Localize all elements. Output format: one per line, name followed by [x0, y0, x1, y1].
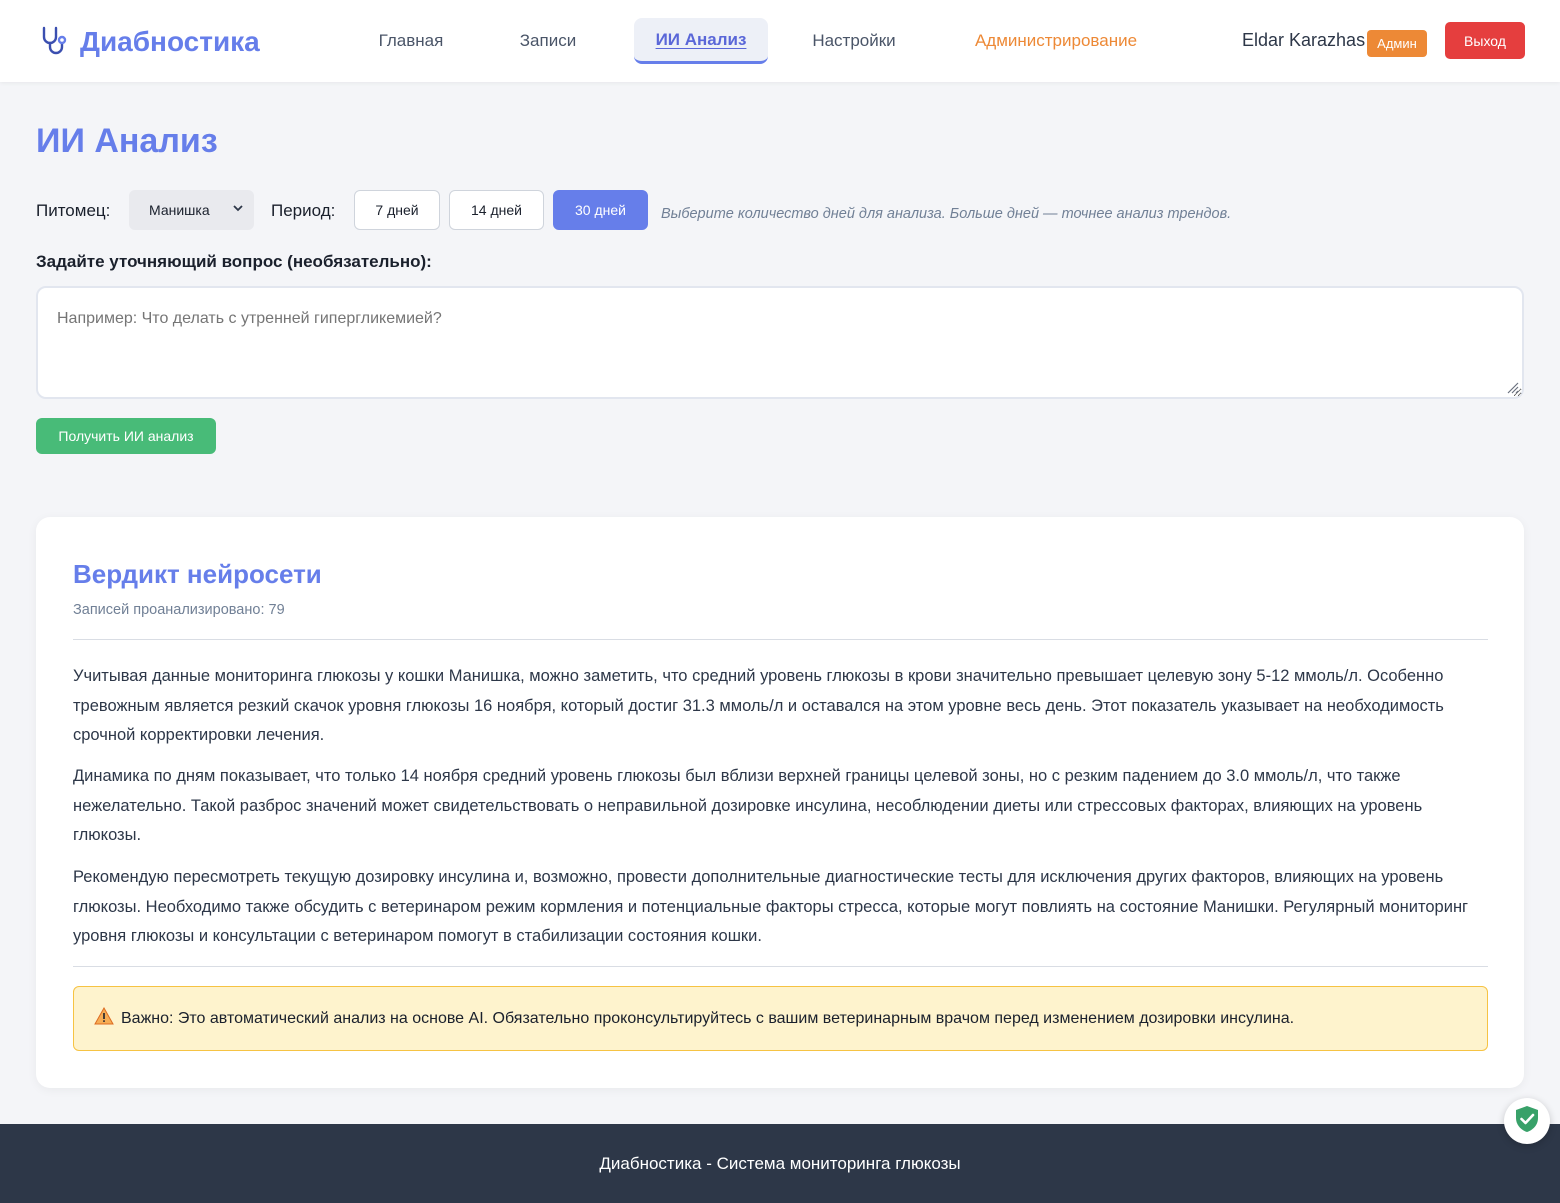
period-30-days-button[interactable]: 30 дней — [553, 190, 648, 230]
divider — [73, 966, 1488, 967]
verdict-paragraph: Динамика по дням показывает, что только … — [73, 767, 1423, 844]
period-hint: Выберите количество дней для анализа. Бо… — [661, 206, 1232, 222]
period-label: Период: — [271, 201, 336, 220]
nav-home[interactable]: Главная — [360, 18, 462, 64]
pet-select[interactable]: Манишка — [129, 190, 254, 230]
verdict-paragraph: Рекомендую пересмотреть текущую дозировк… — [73, 868, 1469, 945]
period-14-days-button[interactable]: 14 дней — [449, 190, 544, 230]
period-7-days-button[interactable]: 7 дней — [354, 190, 440, 230]
nav-ai-analysis-label: ИИ Анализ — [655, 29, 747, 49]
shield-check-icon — [1514, 1105, 1540, 1138]
verdict-title: Вердикт нейросети — [73, 559, 322, 589]
get-ai-analysis-button[interactable]: Получить ИИ анализ — [36, 418, 216, 454]
floating-shield-button[interactable] — [1504, 1098, 1550, 1144]
page-title: ИИ Анализ — [36, 122, 218, 160]
ai-verdict-card: Вердикт нейросети Записей проанализирова… — [36, 517, 1524, 1088]
app-name: Диабностика — [80, 26, 260, 57]
pet-select-value: Манишка — [149, 202, 210, 218]
chevron-down-icon — [232, 201, 244, 213]
question-textarea[interactable] — [36, 286, 1524, 399]
records-analyzed: Записей проанализировано: 79 — [73, 602, 285, 618]
question-label: Задайте уточняющий вопрос (необязательно… — [36, 252, 432, 271]
user-name: Eldar Karazhas — [1242, 30, 1366, 50]
footer-text: Диабностика - Система мониторинга глюкоз… — [599, 1153, 961, 1173]
main-nav: Главная Записи ИИ Анализ Настройки Админ… — [360, 18, 1156, 64]
pet-label: Питомец: — [36, 201, 111, 220]
nav-admin[interactable]: Администрирование — [956, 18, 1156, 64]
verdict-paragraph: Учитывая данные мониторинга глюкозы у ко… — [73, 667, 1444, 744]
footer: Диабностика - Система мониторинга глюкоз… — [0, 1124, 1560, 1203]
warning-icon — [94, 1006, 121, 1030]
nav-records[interactable]: Записи — [508, 18, 588, 64]
logout-button[interactable]: Выход — [1445, 22, 1525, 59]
app-logo[interactable]: Диабностика — [38, 24, 260, 60]
nav-ai-analysis[interactable]: ИИ Анализ — [634, 18, 768, 64]
top-navbar: Диабностика Главная Записи ИИ Анализ Нас… — [0, 0, 1560, 82]
nav-settings[interactable]: Настройки — [794, 18, 914, 64]
divider — [73, 639, 1488, 640]
resize-handle-icon[interactable] — [1505, 380, 1519, 394]
warning-text: Важно: Это автоматический анализ на осно… — [121, 1009, 1295, 1027]
warning-alert: Важно: Это автоматический анализ на осно… — [73, 986, 1488, 1051]
role-badge: Админ — [1367, 30, 1427, 57]
stethoscope-icon — [38, 24, 70, 61]
